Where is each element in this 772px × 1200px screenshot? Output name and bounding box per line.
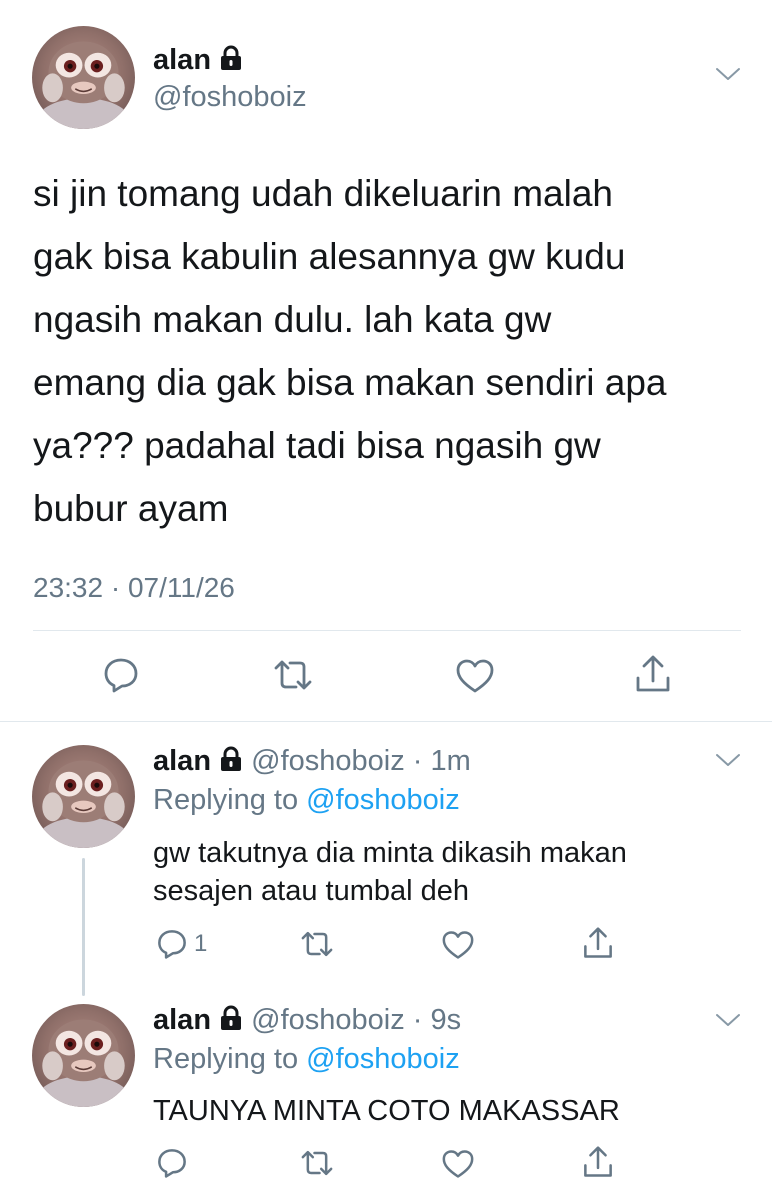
tweet-text-line: ngasih makan dulu. lah kata gw [33,299,552,340]
reply-text-line: TAUNYA MINTA COTO MAKASSAR [153,1095,620,1127]
tweet-text-line: bubur ayam [33,488,229,529]
reply-icon [102,656,140,694]
avatar[interactable] [32,745,135,848]
heart-icon [455,658,495,694]
tweet-text-line: emang dia gak bisa makan sendiri apa [33,362,667,403]
share-icon [582,1145,614,1179]
reply-count: 1 [194,930,208,957]
tweet-text: si jin tomang udah dikeluarin malah gak … [33,162,667,540]
reply-button[interactable] [102,656,140,694]
reply-icon [156,928,188,960]
reply-button[interactable] [156,1147,188,1179]
heart-icon [441,930,475,960]
retweet-icon [272,657,314,693]
lock-icon [219,45,243,71]
reply-text: TAUNYA MINTA COTO MAKASSAR [153,1092,620,1130]
reply-icon [156,1147,188,1179]
share-icon [634,654,672,694]
heart-icon [441,1149,475,1179]
retweet-button[interactable] [272,657,314,693]
reply-text: gw takutnya dia minta dikasih makan sesa… [153,834,627,910]
tweet-text-line: ya??? padahal tadi bisa ngasih gw [33,425,601,466]
replying-to-label: Replying to [153,1043,299,1075]
avatar[interactable] [32,26,135,129]
user-name[interactable]: alan [153,1004,211,1036]
like-button[interactable] [441,1149,475,1179]
divider [33,630,741,631]
share-button[interactable] [582,1145,614,1179]
tweet-timestamp[interactable]: 23:32 · 07/11/26 [33,571,235,605]
handle-and-time[interactable]: @foshoboiz · 9s [251,1004,461,1036]
tweet-text-line: gak bisa kabulin alesannya gw kudu [33,236,626,277]
chevron-down-icon[interactable] [715,66,741,82]
like-button[interactable] [455,658,495,694]
retweet-icon [299,929,335,959]
reply-button[interactable]: 1 [156,928,207,960]
reply-text-line: sesajen atau tumbal deh [153,875,469,907]
divider [0,721,772,722]
retweet-button[interactable] [299,1148,335,1178]
user-name[interactable]: alan [153,44,211,76]
share-icon [582,926,614,960]
share-button[interactable] [582,926,614,960]
chevron-down-icon[interactable] [715,752,741,768]
like-button[interactable] [441,930,475,960]
thread-connector [82,858,85,996]
retweet-button[interactable] [299,929,335,959]
lock-icon [219,746,243,772]
avatar[interactable] [32,1004,135,1107]
replying-to-label: Replying to [153,784,299,816]
replying-to-handle[interactable]: @foshoboiz [306,784,460,816]
lock-icon [219,1005,243,1031]
user-name[interactable]: alan [153,745,211,777]
handle-and-time[interactable]: @foshoboiz · 1m [251,745,471,777]
replying-to-handle[interactable]: @foshoboiz [306,1043,460,1075]
chevron-down-icon[interactable] [715,1012,741,1028]
share-button[interactable] [634,654,672,694]
reply-text-line: gw takutnya dia minta dikasih makan [153,837,627,869]
tweet-text-line: si jin tomang udah dikeluarin malah [33,173,614,214]
retweet-icon [299,1148,335,1178]
user-handle[interactable]: @foshoboiz [153,80,307,114]
